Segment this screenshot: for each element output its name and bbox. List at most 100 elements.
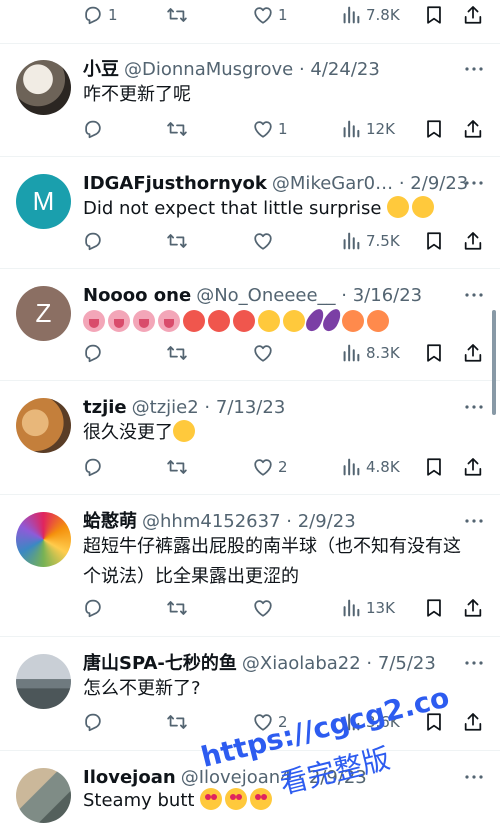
more-icon[interactable]	[464, 766, 484, 788]
like-button[interactable]: 2	[252, 452, 288, 482]
more-icon[interactable]	[464, 172, 484, 194]
author-name[interactable]: 蛤憨萌	[83, 511, 137, 532]
retweet-icon	[166, 456, 188, 478]
author-handle[interactable]: @No_Oneeee__	[196, 285, 335, 306]
reply-button[interactable]	[82, 593, 104, 623]
bookmark-button[interactable]	[423, 593, 445, 623]
relieved-emoji-icon	[283, 310, 305, 332]
reply-button[interactable]	[82, 338, 104, 368]
author-handle[interactable]: @Ilovejoan4	[181, 767, 292, 788]
tweet-date[interactable]: 2/9/23	[298, 511, 356, 532]
more-icon[interactable]	[464, 510, 484, 532]
author-name[interactable]: 小豆	[83, 59, 119, 80]
bookmark-button[interactable]	[423, 114, 445, 144]
reply-icon	[82, 118, 104, 140]
author-handle[interactable]: @DionnaMusgrove	[124, 59, 293, 80]
views-button[interactable]: 12K	[340, 114, 395, 144]
tweet-date[interactable]: 4/24/23	[310, 59, 379, 80]
author-handle[interactable]: @tzjie2	[132, 397, 199, 418]
author-handle[interactable]: @MikeGar0…	[272, 173, 393, 194]
like-button[interactable]	[252, 593, 274, 623]
more-icon[interactable]	[464, 396, 484, 418]
views-button[interactable]: 7.8K	[340, 0, 400, 30]
reply-button[interactable]	[82, 707, 104, 737]
avatar[interactable]	[16, 768, 71, 823]
views-icon	[340, 342, 362, 364]
avatar[interactable]	[16, 512, 71, 567]
bookmark-button[interactable]	[423, 452, 445, 482]
tweet[interactable]: Ilovejoan @Ilovejoan4 · 2/9/23 Steamy bu…	[0, 764, 500, 823]
more-icon[interactable]	[464, 284, 484, 306]
hot-face-emoji-icon	[183, 310, 205, 332]
retweet-button[interactable]	[166, 0, 188, 30]
more-icon[interactable]	[464, 58, 484, 80]
like-icon	[252, 118, 274, 140]
retweet-button[interactable]	[166, 338, 188, 368]
share-button[interactable]	[462, 114, 484, 144]
retweet-button[interactable]	[166, 452, 188, 482]
share-button[interactable]	[462, 707, 484, 737]
bookmark-icon	[423, 711, 445, 733]
views-button[interactable]: 7.5K	[340, 226, 400, 256]
tweet-body: Steamy butt	[83, 786, 483, 816]
like-button[interactable]: 1	[252, 114, 288, 144]
avatar[interactable]: Z	[16, 286, 71, 341]
share-button[interactable]	[462, 452, 484, 482]
more-icon[interactable]	[464, 652, 484, 674]
reply-button[interactable]	[82, 114, 104, 144]
avatar[interactable]: M	[16, 174, 71, 229]
avatar[interactable]	[16, 60, 71, 115]
bookmark-button[interactable]	[423, 338, 445, 368]
author-name[interactable]: tzjie	[83, 397, 127, 418]
separator	[0, 494, 500, 495]
views-icon	[340, 711, 362, 733]
tweet-date[interactable]: 2/9/23	[410, 173, 468, 194]
hot-face-emoji-icon	[208, 310, 230, 332]
views-count: 4.8K	[366, 458, 400, 476]
tweet-date[interactable]: 7/5/23	[378, 653, 436, 674]
bookmark-button[interactable]	[423, 226, 445, 256]
share-button[interactable]	[462, 226, 484, 256]
retweet-button[interactable]	[166, 114, 188, 144]
views-button[interactable]: 3.6K	[340, 707, 400, 737]
share-button[interactable]	[462, 0, 484, 30]
tweet-date[interactable]: 7/13/23	[216, 397, 285, 418]
author-handle[interactable]: @Xiaolaba22	[242, 653, 361, 674]
bookmark-icon	[423, 597, 445, 619]
like-button[interactable]	[252, 338, 274, 368]
retweet-icon	[166, 230, 188, 252]
avatar[interactable]	[16, 398, 71, 453]
author-handle[interactable]: @hhm4152637	[142, 511, 281, 532]
reply-button[interactable]	[82, 452, 104, 482]
bookmark-button[interactable]	[423, 707, 445, 737]
views-button[interactable]: 4.8K	[340, 452, 400, 482]
reply-button[interactable]	[82, 226, 104, 256]
share-button[interactable]	[462, 338, 484, 368]
views-button[interactable]: 13K	[340, 593, 395, 623]
author-name[interactable]: Noooo one	[83, 285, 191, 306]
avatar[interactable]	[16, 654, 71, 709]
reply-icon	[82, 711, 104, 733]
share-button[interactable]	[462, 593, 484, 623]
like-icon	[252, 4, 274, 26]
author-name[interactable]: 唐山SPA-七秒的鱼	[83, 653, 237, 674]
reply-button[interactable]: 1	[82, 0, 118, 30]
share-icon	[462, 230, 484, 252]
retweet-button[interactable]	[166, 593, 188, 623]
like-button[interactable]: 1	[252, 0, 288, 30]
scrollbar-thumb[interactable]	[492, 310, 496, 415]
bookmark-button[interactable]	[423, 0, 445, 30]
views-count: 7.8K	[366, 6, 400, 24]
rofl-emoji-icon	[387, 196, 410, 218]
tweet-date[interactable]: 2/9/23	[309, 767, 367, 788]
author-name[interactable]: Ilovejoan	[83, 767, 176, 788]
like-button[interactable]	[252, 226, 274, 256]
like-button[interactable]: 2	[252, 707, 288, 737]
retweet-button[interactable]	[166, 707, 188, 737]
retweet-button[interactable]	[166, 226, 188, 256]
separator	[0, 268, 500, 269]
author-name[interactable]: IDGAFjusthornyok	[83, 173, 267, 194]
like-count: 2	[278, 458, 288, 476]
tweet-date[interactable]: 3/16/23	[353, 285, 422, 306]
views-button[interactable]: 8.3K	[340, 338, 400, 368]
